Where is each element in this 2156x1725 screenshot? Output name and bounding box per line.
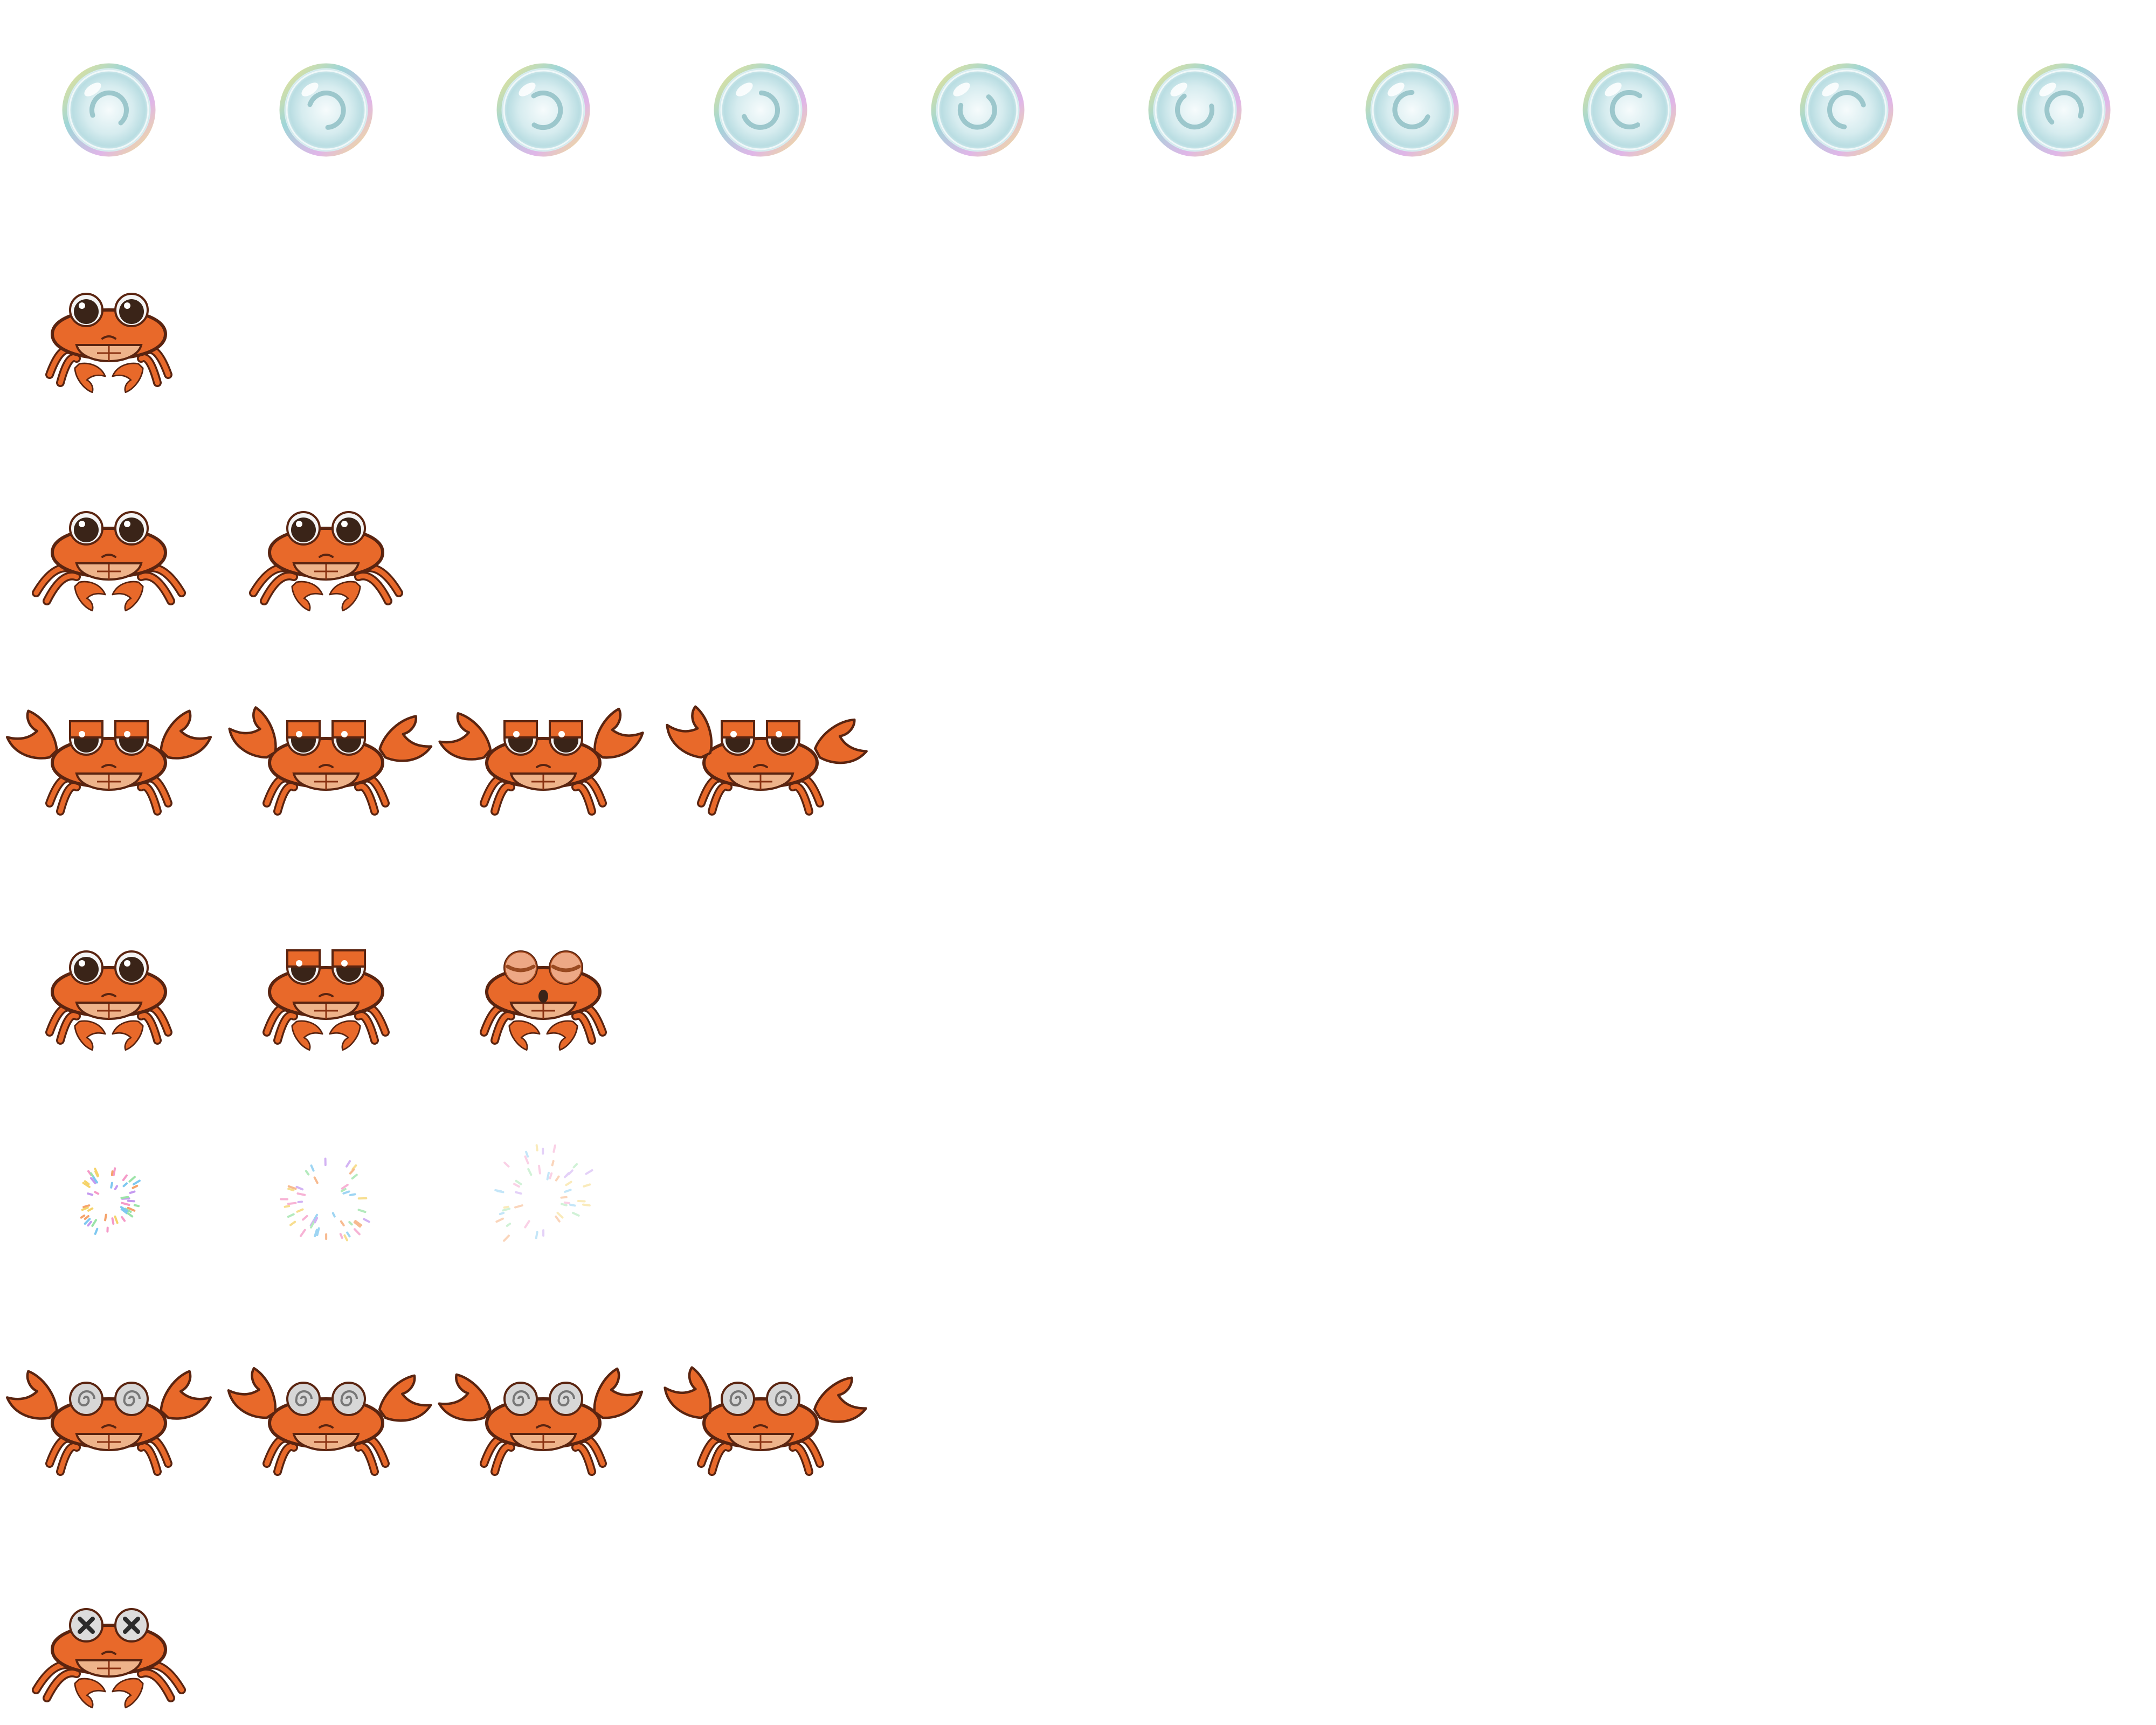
bubble-sprite (2017, 63, 2111, 157)
crab-dead-sprite (32, 1608, 186, 1709)
crab-eye-dead (114, 1608, 149, 1643)
dizzy-animation-row (5, 1366, 867, 1476)
crab-eye-dizzy (286, 1382, 321, 1416)
bubble-animation-row (62, 63, 2111, 157)
crab-eye-half (331, 949, 366, 985)
crab-eye-angry (114, 720, 149, 756)
crab-eye-open (114, 293, 149, 327)
crab-dizzy-sprite (438, 1367, 644, 1476)
blink-animation-row (45, 949, 607, 1051)
crab-eye-angry (721, 720, 755, 756)
bubble-sprite (714, 63, 807, 157)
crab-walk-sprite (32, 511, 186, 612)
angry-animation-row (5, 705, 868, 816)
crab-dizzy-sprite (664, 1366, 867, 1476)
crab-blink-sprite (480, 950, 607, 1051)
bubble-sprite (279, 63, 373, 157)
crab-dizzy-sprite (5, 1370, 212, 1476)
walk-animation-row (32, 511, 403, 612)
claw (813, 1376, 867, 1423)
claw (378, 1374, 432, 1422)
crab-eye-dizzy (766, 1382, 800, 1416)
bubble-sprite (1800, 63, 1894, 157)
crab-eye-dizzy (114, 1382, 149, 1416)
crab-angry-sprite (666, 705, 868, 816)
crab-eye-closed (549, 950, 583, 985)
claw (666, 705, 713, 759)
crab-eye-dizzy (69, 1382, 103, 1416)
crab-eye-angry (766, 720, 800, 756)
bubble-sprite (1583, 63, 1676, 157)
crab-eye-dizzy (721, 1382, 755, 1416)
crab-eye-open (69, 293, 103, 327)
bubble-sprite (496, 63, 590, 157)
crab-eye-angry (503, 720, 538, 756)
crab-eye-angry (286, 720, 321, 756)
crab-eye-angry (331, 720, 366, 756)
crab-eye-dead (69, 1608, 103, 1643)
claw (378, 715, 433, 762)
sparkle-burst (280, 1157, 370, 1241)
crab-eye-dizzy (549, 1382, 583, 1416)
crab-eye-angry (69, 720, 103, 756)
crab-idle-sprite (45, 293, 172, 394)
crab-blink-sprite (45, 950, 172, 1051)
bubble-sprite (1365, 63, 1459, 157)
bubble-sprite (931, 63, 1025, 157)
crab-dizzy-sprite (227, 1367, 432, 1476)
claw (814, 718, 868, 764)
bubble-sprite (62, 63, 156, 157)
sparkle-burst (80, 1167, 141, 1235)
crab-eye-open (114, 511, 149, 546)
crab-angry-sprite (228, 706, 433, 816)
bubble-sprite (1148, 63, 1242, 157)
crab-blink-sprite (262, 949, 390, 1051)
crab-eye-half (286, 949, 321, 985)
sprite-sheet (5, 63, 2111, 1709)
crab-eye-open (69, 511, 103, 546)
dead-animation-row (32, 1608, 186, 1709)
crab-eye-dizzy (331, 1382, 366, 1416)
sparkle-animation-row (80, 1144, 593, 1242)
crab-eye-open (69, 950, 103, 985)
sparkle-burst (494, 1144, 593, 1242)
crab-eye-open (114, 950, 149, 985)
crab-eye-open (331, 511, 366, 546)
crab-angry-sprite (5, 709, 212, 816)
crab-eye-closed (503, 950, 538, 985)
crab-eye-open (286, 511, 321, 546)
crab-angry-sprite (438, 707, 644, 816)
crab-eye-angry (549, 720, 583, 756)
crab-walk-sprite (249, 511, 403, 612)
idle-animation-row (45, 293, 172, 394)
crab-eye-dizzy (503, 1382, 538, 1416)
